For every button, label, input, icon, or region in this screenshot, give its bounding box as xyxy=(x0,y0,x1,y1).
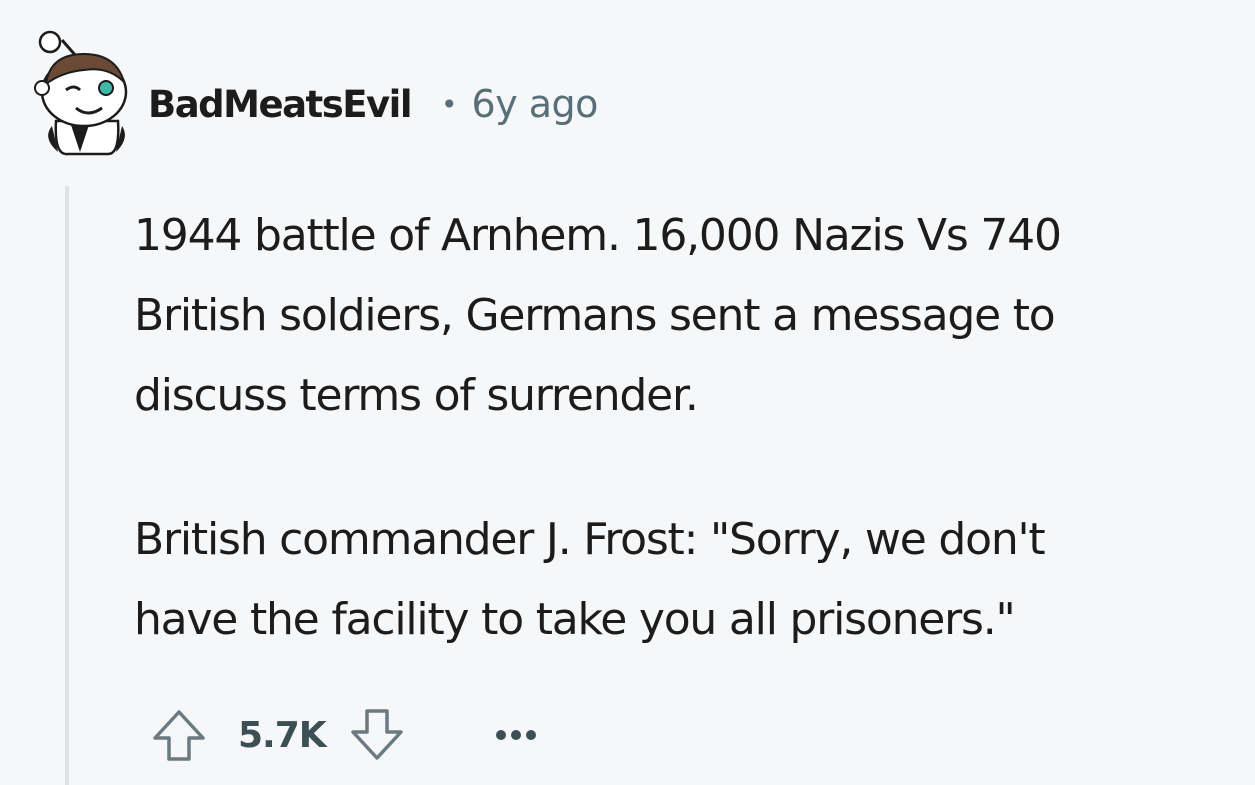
thread-line[interactable] xyxy=(65,186,69,785)
comment-timestamp[interactable]: 6y ago xyxy=(472,82,599,126)
more-options-button[interactable] xyxy=(486,710,546,760)
comment-body: 1944 battle of Arnhem. 16,000 Nazis Vs 7… xyxy=(134,196,1224,660)
comment-actions: 5.7K xyxy=(148,700,546,770)
snoo-avatar-icon xyxy=(34,30,128,156)
upvote-button[interactable] xyxy=(148,704,210,766)
vote-score: 5.7K xyxy=(238,714,327,756)
more-options-icon xyxy=(495,730,536,740)
meta-separator: • xyxy=(441,87,458,121)
avatar[interactable] xyxy=(28,26,128,156)
author-username[interactable]: BadMeatsEvil xyxy=(148,83,413,126)
comment-paragraph: 1944 battle of Arnhem. 16,000 Nazis Vs 7… xyxy=(134,210,1062,421)
upvote-arrow-icon xyxy=(153,710,205,761)
comment-paragraph: British commander J. Frost: "Sorry, we d… xyxy=(134,514,1046,645)
comment-container: BadMeatsEvil • 6y ago 1944 battle of Arn… xyxy=(0,0,1255,785)
downvote-button[interactable] xyxy=(346,704,408,766)
comment-meta: BadMeatsEvil • 6y ago xyxy=(148,78,598,130)
downvote-arrow-icon xyxy=(350,709,403,760)
